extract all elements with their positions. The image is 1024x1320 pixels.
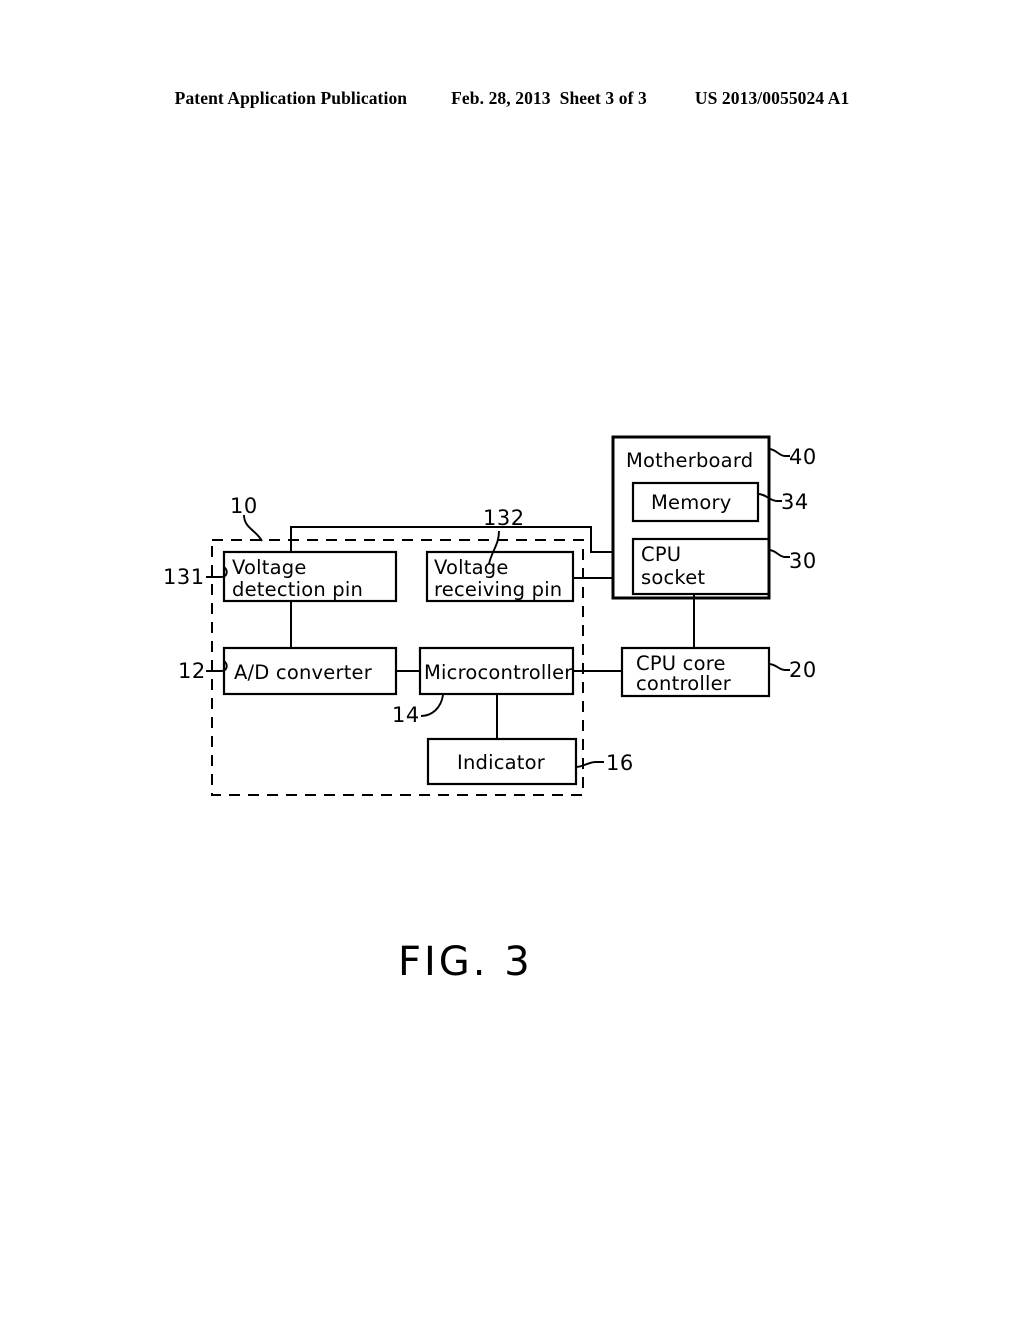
ref-numeral-40: 40 <box>789 445 817 469</box>
ad-converter-label: A/D converter <box>234 661 373 684</box>
memory-label: Memory <box>651 491 732 514</box>
ref-numeral-131: 131 <box>163 565 205 589</box>
leader-line-14 <box>420 694 444 717</box>
figure-3-drawing: Motherboard Memory CPU socket Voltage de… <box>0 0 1024 1320</box>
leader-line-40 <box>768 448 790 457</box>
ref-numeral-30: 30 <box>789 549 817 573</box>
indicator-label: Indicator <box>457 751 546 774</box>
ref-numeral-20: 20 <box>789 658 817 682</box>
motherboard-label: Motherboard <box>626 449 753 472</box>
figure-caption: FIG. 3 <box>398 939 533 985</box>
ref-numeral-34: 34 <box>781 490 809 514</box>
voltage-detection-pin-label-line2: detection pin <box>232 578 363 601</box>
voltage-receiving-pin-label-line2: receiving pin <box>434 578 562 601</box>
microcontroller-label: Microcontroller <box>424 661 573 684</box>
leader-line-16 <box>575 761 604 768</box>
cpu-socket-label-line1: CPU <box>641 543 681 566</box>
ref-numeral-132: 132 <box>483 506 525 530</box>
cpu-core-controller-label-line2: controller <box>636 672 732 695</box>
voltage-receiving-pin-label-line1: Voltage <box>434 556 509 579</box>
leader-line-30 <box>768 549 790 558</box>
ref-numeral-14: 14 <box>392 703 420 727</box>
ref-numeral-12: 12 <box>178 659 206 683</box>
leader-line-10 <box>243 514 263 542</box>
cpu-socket-label-line2: socket <box>641 566 705 589</box>
voltage-detection-pin-label-line1: Voltage <box>232 556 307 579</box>
ref-numeral-10: 10 <box>230 494 258 518</box>
ref-numeral-16: 16 <box>606 751 634 775</box>
leader-line-20 <box>768 663 790 671</box>
